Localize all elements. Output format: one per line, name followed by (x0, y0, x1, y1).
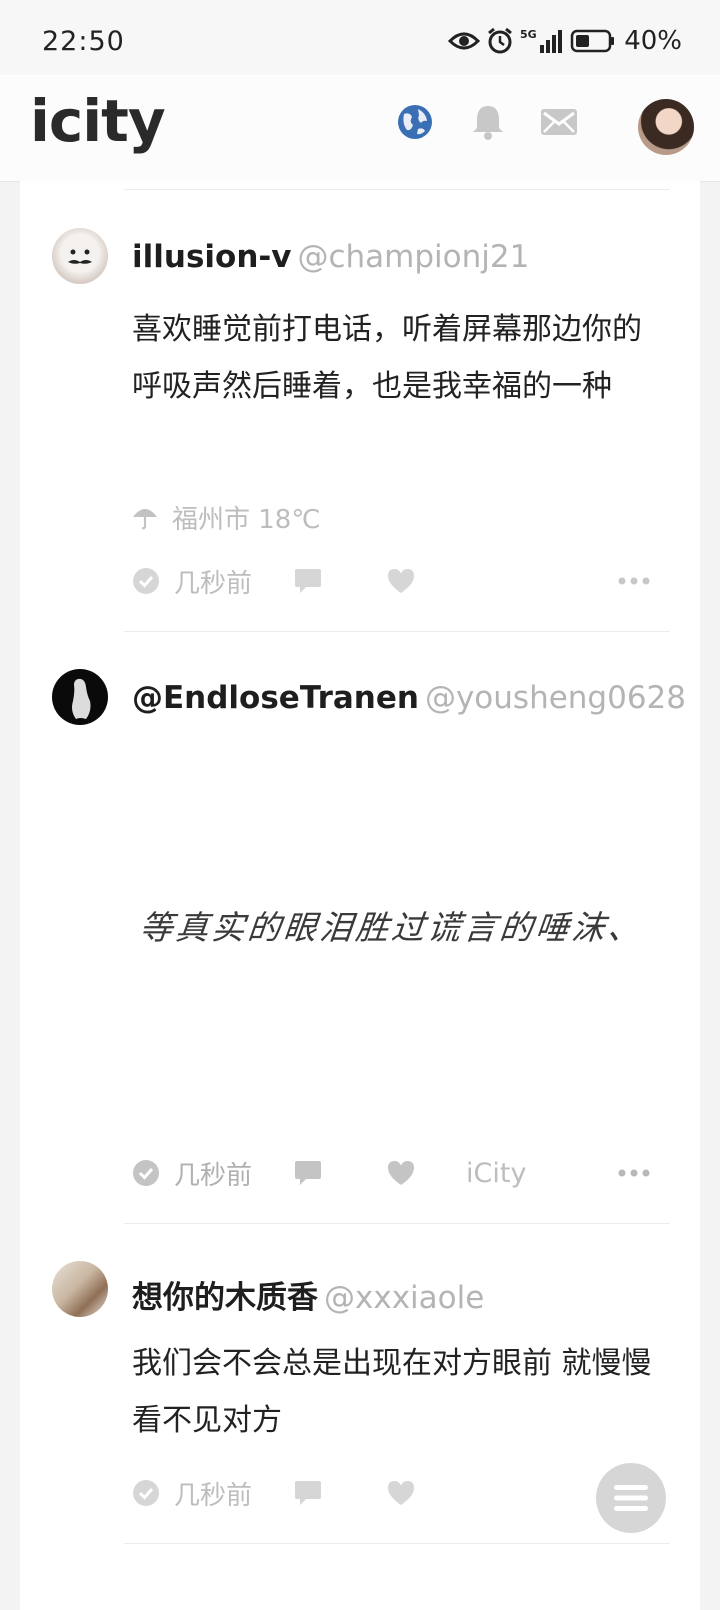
feed: illusion-v @championj21 喜欢睡觉前打电话，听着屏幕那边你的… (20, 181, 700, 1610)
alarm-icon (488, 27, 513, 54)
signal-icon: 5G (520, 28, 563, 53)
umbrella-icon (133, 509, 157, 530)
check-circle-icon (133, 1480, 159, 1506)
eye-icon (448, 32, 481, 50)
divider (124, 1543, 670, 1544)
mail-icon[interactable] (540, 107, 578, 137)
post-source: iCity (466, 1157, 527, 1189)
post-image-text[interactable]: 等真实的眼泪胜过谎言的唾沫、 (137, 901, 646, 949)
timestamp: 几秒前 (174, 568, 253, 599)
divider (124, 189, 670, 190)
avatar[interactable] (52, 228, 108, 284)
heart-icon[interactable] (386, 563, 416, 599)
post-actions: 几秒前 (132, 563, 662, 599)
post-author[interactable]: @EndloseTranen @yousheng0628 (132, 680, 686, 716)
heart-icon[interactable] (386, 1475, 416, 1511)
status-bar: 22:50 5G 40% (0, 0, 720, 75)
comment-icon[interactable] (294, 1475, 322, 1511)
status-icons: 5G 40% (448, 24, 682, 58)
user-handle[interactable]: @championj21 (297, 239, 529, 275)
user-avatar[interactable] (638, 99, 694, 155)
timestamp: 几秒前 (174, 1480, 253, 1511)
more-icon[interactable] (618, 563, 650, 599)
app-header: icity (0, 75, 720, 182)
user-handle[interactable]: @xxxiaole (324, 1280, 484, 1316)
heart-icon[interactable] (386, 1155, 416, 1191)
post-actions: 几秒前 iCity (132, 1155, 662, 1191)
more-icon[interactable] (618, 1155, 650, 1191)
avatar-face-icon (68, 249, 92, 264)
menu-icon (614, 1485, 648, 1511)
avatar[interactable] (52, 669, 108, 725)
svg-text:5G: 5G (520, 28, 537, 41)
avatar-figure-icon (72, 678, 91, 719)
divider (124, 1223, 670, 1224)
battery-icon (570, 29, 615, 53)
post-text: 喜欢睡觉前打电话，听着屏幕那边你的呼吸声然后睡着，也是我幸福的一种 (132, 312, 642, 404)
username[interactable]: illusion-v (132, 239, 291, 275)
username[interactable]: @EndloseTranen (132, 680, 419, 716)
check-circle-icon (133, 1160, 159, 1186)
post-time: 几秒前 (132, 1155, 252, 1191)
username[interactable]: 想你的木质香 (132, 1280, 318, 1316)
bell-icon[interactable] (470, 103, 506, 141)
post-time: 几秒前 (132, 563, 252, 599)
comment-icon[interactable] (294, 1155, 322, 1191)
post-weather: 福州市 18℃ (132, 499, 321, 535)
post-author[interactable]: illusion-v @championj21 (132, 239, 529, 275)
timestamp: 几秒前 (174, 1160, 253, 1191)
globe-icon[interactable] (396, 103, 434, 141)
post-actions: 几秒前 (132, 1475, 662, 1511)
divider (124, 631, 670, 632)
comment-icon[interactable] (294, 563, 322, 599)
post-text: 我们会不会总是出现在对方眼前 就慢慢看不见对方 (132, 1346, 652, 1438)
menu-fab[interactable] (596, 1463, 666, 1533)
avatar[interactable] (52, 1261, 108, 1317)
status-time: 22:50 (42, 26, 125, 57)
weather-location: 福州市 18℃ (172, 504, 321, 535)
post-time: 几秒前 (132, 1475, 252, 1511)
user-handle[interactable]: @yousheng0628 (425, 680, 686, 716)
check-circle-icon (133, 568, 159, 594)
battery-percent: 40% (624, 26, 682, 56)
post-author[interactable]: 想你的木质香 @xxxiaole (132, 1272, 484, 1317)
app-logo[interactable]: icity (30, 87, 166, 155)
